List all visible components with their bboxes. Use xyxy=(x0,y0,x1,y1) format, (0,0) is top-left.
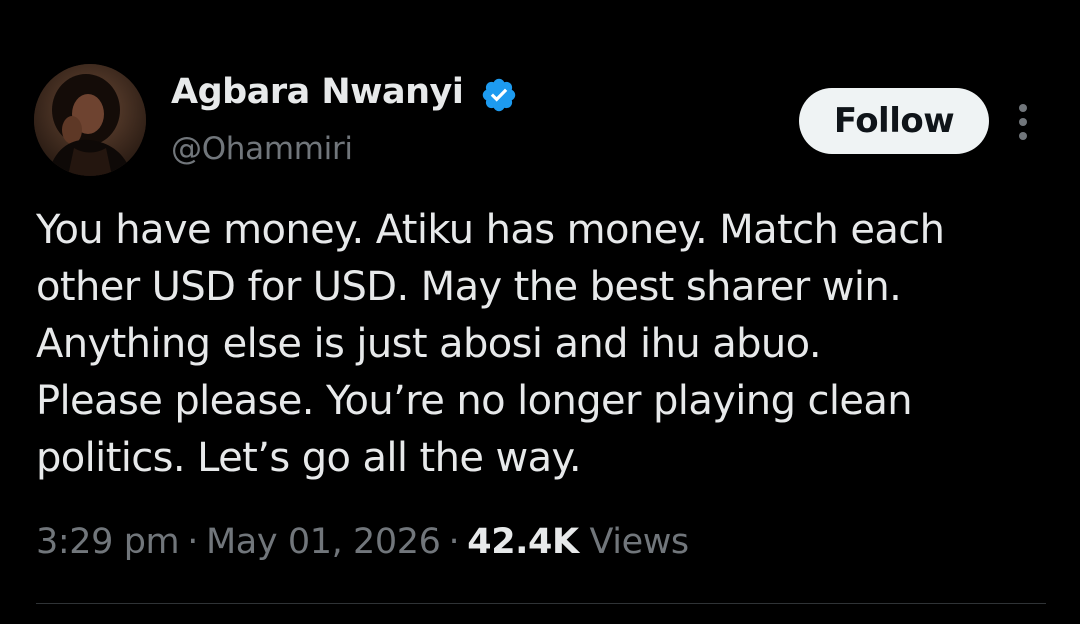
tweet-text-line: politics. Let’s go all the way. xyxy=(36,435,582,481)
views-label: Views xyxy=(589,522,689,562)
views-count[interactable]: 42.4K xyxy=(467,522,579,562)
tweet-text-line: other USD for USD. May the best sharer w… xyxy=(36,264,902,310)
avatar-photo xyxy=(34,64,146,176)
avatar[interactable] xyxy=(34,64,146,176)
tweet-text-line: You have money. Atiku has money. Match e… xyxy=(36,207,945,253)
verified-badge-icon xyxy=(482,78,516,112)
tweet-card: Agbara Nwanyi @Ohammiri Follow You have … xyxy=(0,0,1080,624)
divider xyxy=(36,603,1046,604)
tweet-text-line: Anything else is just abosi and ihu abuo… xyxy=(36,321,822,367)
tweet-meta: 3:29 pm · May 01, 2026 · 42.4K Views xyxy=(36,522,689,562)
meta-separator: · xyxy=(187,522,198,562)
user-name[interactable]: Agbara Nwanyi xyxy=(171,72,464,112)
user-handle[interactable]: @Ohammiri xyxy=(171,131,353,167)
tweet-time[interactable]: 3:29 pm xyxy=(36,522,180,562)
meta-separator: · xyxy=(448,522,460,562)
vertical-ellipsis-icon[interactable] xyxy=(1010,102,1036,142)
tweet-date[interactable]: May 01, 2026 xyxy=(206,522,441,562)
tweet-text: You have money. Atiku has money. Match e… xyxy=(36,202,1066,487)
tweet-text-line: Please please. You’re no longer playing … xyxy=(36,378,913,424)
follow-button[interactable]: Follow xyxy=(799,88,989,154)
